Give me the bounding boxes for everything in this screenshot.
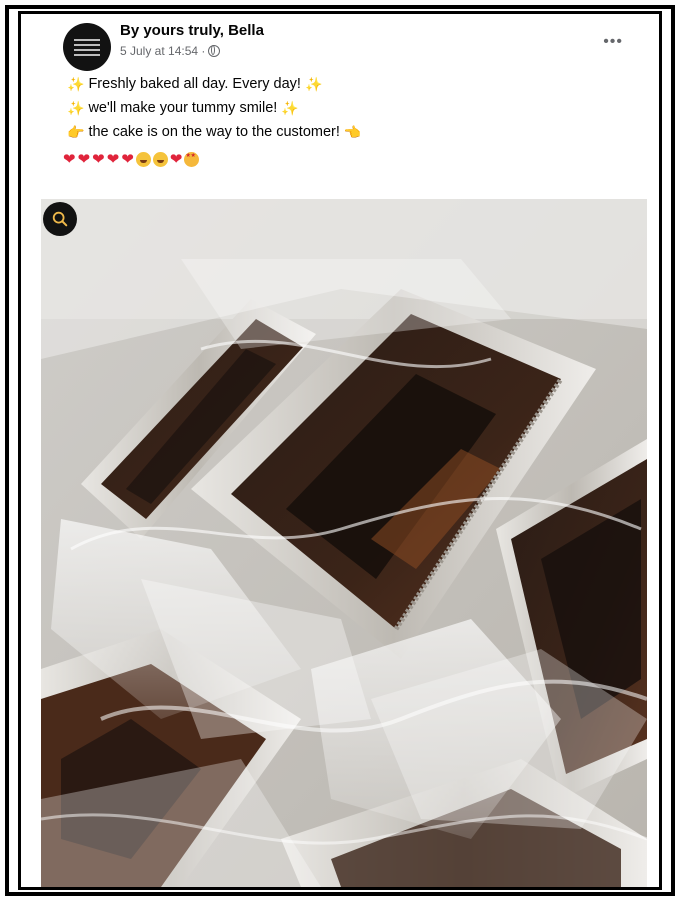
post-photo[interactable] (41, 199, 647, 887)
red-heart-emoji: ❤ (77, 151, 91, 168)
post-line-text: the cake is on the way to the customer! (88, 124, 340, 140)
post-meta: 5 July at 14:54 · (120, 44, 221, 58)
post-timestamp[interactable]: 5 July at 14:54 · (120, 44, 205, 58)
sparkles-icon: ✨ (281, 100, 299, 116)
sparkles-icon: ✨ (67, 100, 85, 116)
post-line: 👉 the cake is on the way to the customer… (63, 120, 623, 144)
sparkles-icon: ✨ (304, 76, 323, 92)
red-heart-emoji: ❤ (92, 151, 105, 168)
post-line: ✨ we'll make your tummy smile! ✨ (63, 96, 623, 120)
post-line: ✨ Freshly baked all day. Every day! ✨ (63, 72, 623, 96)
page-avatar[interactable] (63, 23, 111, 71)
post-text: ✨ Freshly baked all day. Every day! ✨ ✨ … (63, 72, 623, 171)
pointing-hand-icon: 👈 (343, 124, 362, 140)
zoom-icon[interactable] (43, 202, 77, 236)
emoji-row: ❤ ❤ ❤ ❤ ❤ ❤ (63, 147, 623, 171)
red-heart-emoji: ❤ (106, 151, 120, 168)
cake-boxes-photo (41, 199, 647, 887)
red-heart-emoji: ❤ (169, 151, 183, 168)
post-line-text: we'll make your tummy smile! (88, 100, 278, 116)
red-heart-emoji: ❤ (121, 151, 134, 168)
red-heart-emoji: ❤ (63, 151, 76, 168)
laughing-emoji (152, 151, 168, 167)
avatar-logo (74, 36, 100, 59)
sparkles-icon: ✨ (67, 76, 85, 92)
globe-icon (208, 45, 221, 57)
post-header: By yours truly, Bella 5 July at 14:54 · … (21, 14, 659, 71)
laughing-emoji (135, 151, 151, 167)
more-options-icon[interactable]: ••• (603, 33, 623, 51)
post-line-text: Freshly baked all day. Every day! (88, 76, 301, 92)
star-struck-emoji (184, 151, 200, 167)
facebook-post-card: By yours truly, Bella 5 July at 14:54 · … (18, 11, 662, 890)
post-author-name[interactable]: By yours truly, Bella (120, 22, 264, 39)
pointing-hand-icon: 👉 (67, 124, 85, 140)
